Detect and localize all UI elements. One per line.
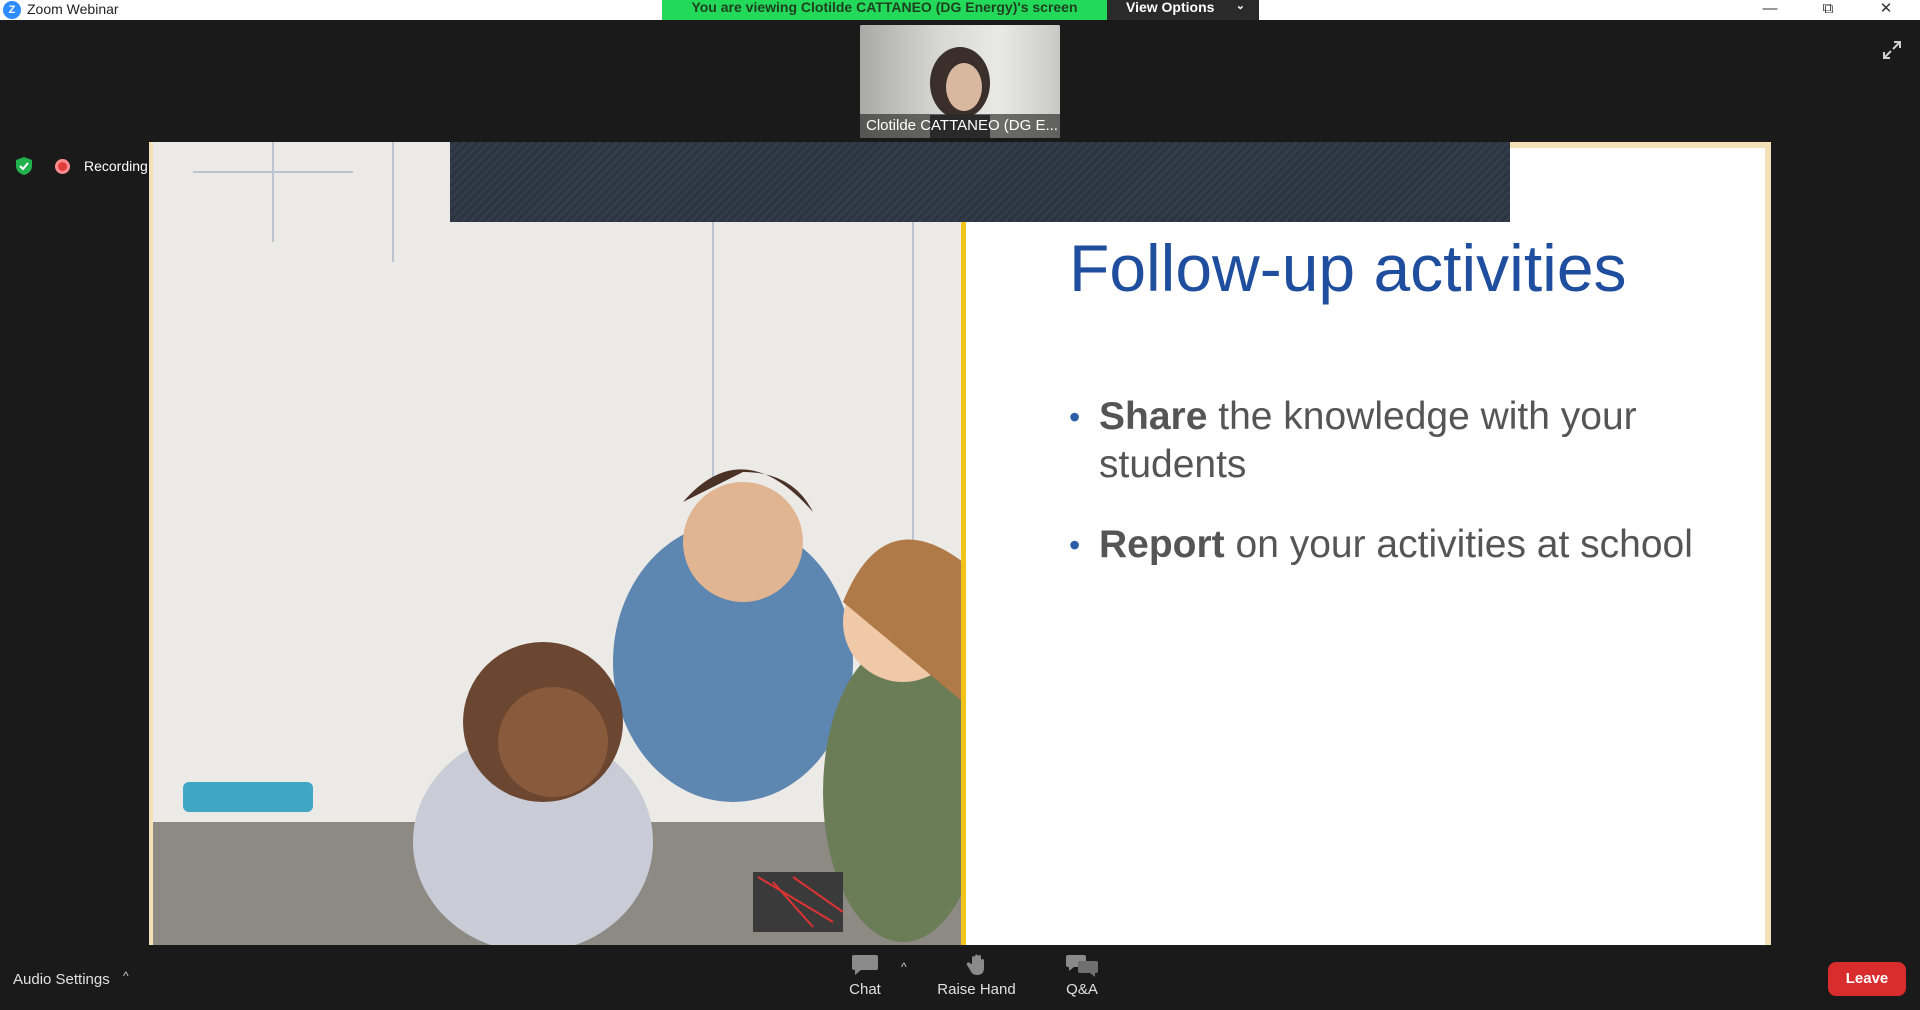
view-options-button[interactable]: View Options ⌄ — [1107, 0, 1259, 20]
bullet-keyword: Report — [1099, 523, 1225, 566]
classroom-photo — [153, 142, 963, 945]
raise-hand-button[interactable]: Raise Hand — [930, 953, 1023, 998]
window-title: Zoom Webinar — [27, 1, 119, 17]
chat-label: Chat — [849, 981, 881, 998]
bullet-keyword: Share — [1099, 395, 1208, 438]
raise-hand-label: Raise Hand — [937, 981, 1016, 998]
slide-header-band — [450, 142, 1510, 222]
chevron-down-icon: ⌄ — [1235, 0, 1245, 12]
restore-button[interactable]: ⧉ — [1806, 0, 1850, 20]
bullet-marker: • — [1069, 399, 1081, 435]
participant-name: Clotilde CATTANEO (DG E... — [860, 114, 1060, 138]
bullet-text: Report on your activities at school — [1099, 521, 1699, 569]
leave-button[interactable]: Leave — [1828, 962, 1906, 996]
audio-settings-caret[interactable]: ^ — [123, 969, 129, 983]
qa-label: Q&A — [1066, 981, 1098, 998]
recording-icon[interactable] — [55, 159, 70, 174]
chat-icon — [852, 955, 878, 975]
raise-hand-icon — [966, 954, 984, 975]
chat-caret[interactable]: ^ — [901, 960, 907, 974]
zoom-logo-icon: Z — [3, 1, 21, 19]
participant-video[interactable]: Clotilde CATTANEO (DG E... — [860, 25, 1060, 138]
shield-check-icon[interactable] — [14, 156, 34, 176]
viewing-screen-banner: You are viewing Clotilde CATTANEO (DG En… — [662, 0, 1107, 20]
bullet-marker: • — [1069, 527, 1081, 563]
photo-illustration — [153, 142, 963, 945]
audio-settings-button[interactable]: Audio Settings — [13, 971, 110, 988]
close-button[interactable]: ✕ — [1864, 0, 1908, 20]
qa-icon — [1066, 955, 1098, 977]
bullet-text: Share the knowledge with your students — [1099, 393, 1699, 489]
chat-button[interactable]: Chat — [840, 953, 890, 998]
slide-title: Follow-up activities — [1069, 231, 1627, 305]
minimize-button[interactable]: — — [1748, 0, 1792, 20]
recording-label: Recording — [84, 158, 148, 174]
view-options-label: View Options — [1126, 0, 1215, 15]
expand-icon[interactable] — [1880, 38, 1904, 62]
qa-button[interactable]: Q&A — [1060, 953, 1104, 998]
bullet-rest: on your activities at school — [1224, 523, 1693, 566]
